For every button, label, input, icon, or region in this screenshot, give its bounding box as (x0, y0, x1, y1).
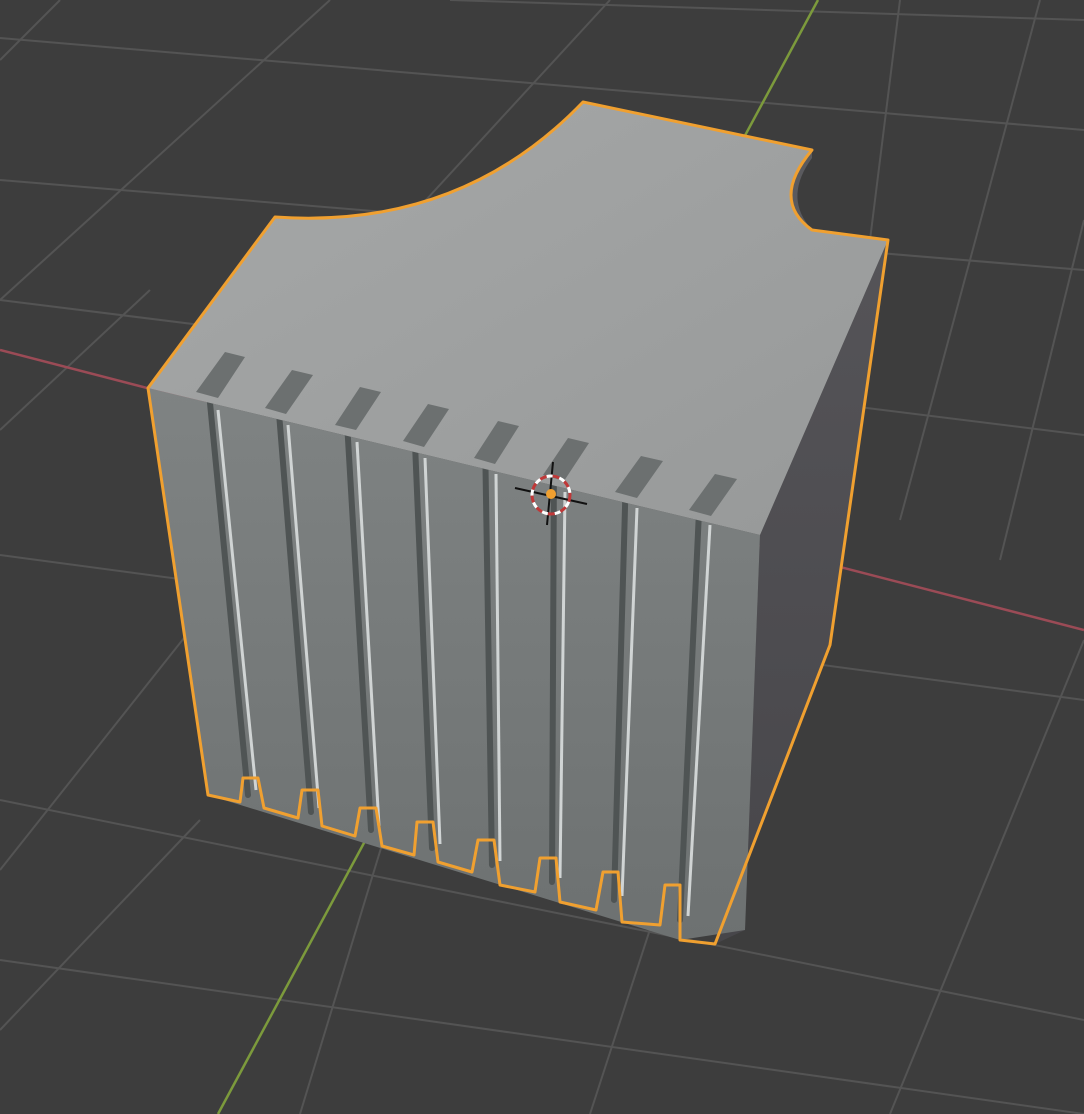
viewport-canvas[interactable] (0, 0, 1084, 1114)
3d-viewport[interactable] (0, 0, 1084, 1114)
object-origin-dot (546, 489, 556, 499)
groove-dark (549, 452, 557, 885)
